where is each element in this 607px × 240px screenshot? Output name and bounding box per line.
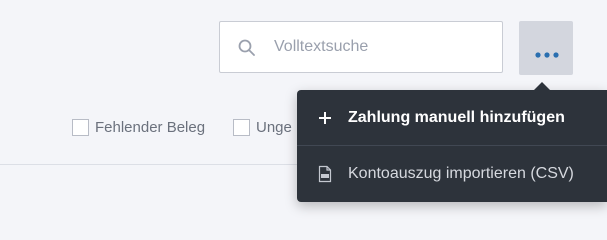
filter-unge[interactable]: Unge <box>233 119 292 136</box>
search-icon <box>237 38 257 58</box>
filter-label: Fehlender Beleg <box>95 119 206 136</box>
search-box[interactable] <box>219 21 503 73</box>
filter-checkbox[interactable] <box>72 119 89 136</box>
more-horizontal-icon <box>535 45 559 58</box>
menu-item-label: Zahlung manuell hinzufügen <box>348 108 565 126</box>
plus-icon <box>317 109 333 127</box>
menu-item-import-csv[interactable]: Kontoauszug importieren (CSV) <box>297 146 607 201</box>
more-actions-button[interactable] <box>519 21 573 75</box>
menu-item-label: Kontoauszug importieren (CSV) <box>348 164 574 182</box>
search-input[interactable] <box>274 22 494 72</box>
csv-file-icon <box>317 165 333 183</box>
filter-label: Unge <box>256 119 292 136</box>
filter-missing-receipt[interactable]: Fehlender Beleg <box>72 119 205 136</box>
menu-item-add-payment[interactable]: Zahlung manuell hinzufügen <box>297 90 607 145</box>
filter-checkbox[interactable] <box>233 119 250 136</box>
actions-dropdown-menu: Zahlung manuell hinzufügen Kontoauszug i… <box>297 82 607 202</box>
